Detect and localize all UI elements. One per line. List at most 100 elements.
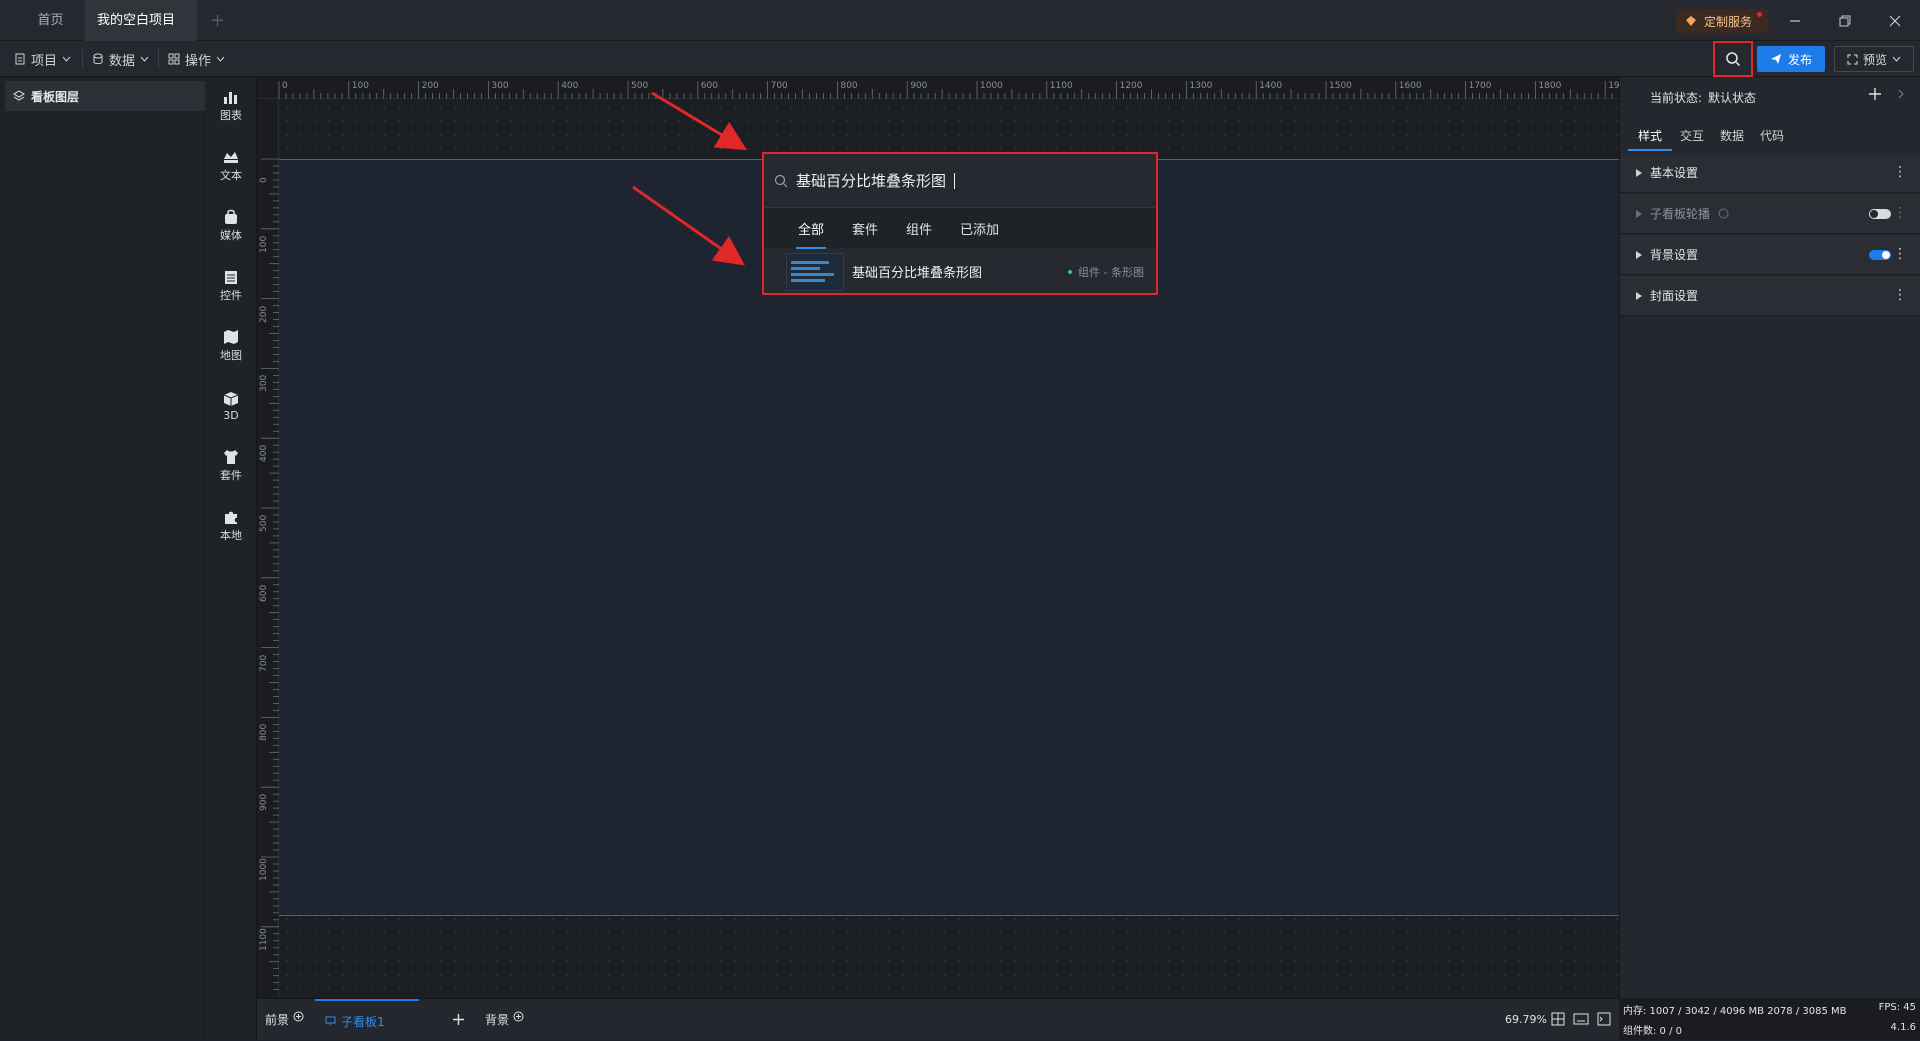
component-category-bar: 图表 文本 媒体 控件 地图 3D 套件 本地 [205,77,257,1040]
search-tab-component[interactable]: 组件 [906,219,932,238]
tab-project[interactable]: 我的空白项目 [85,0,197,66]
keyboard-button[interactable] [1573,1013,1589,1025]
background-tab[interactable]: 背景 [485,1011,524,1028]
background-toggle[interactable] [1869,250,1891,260]
tab-home[interactable]: 首页 [18,0,83,41]
ruler-left: 0 100 200 300 400 500 600 700 800 900 1000 1100 [257,99,279,998]
section-basic[interactable]: 基本设置 ⋮ [1620,153,1920,193]
plus-icon [452,1013,465,1026]
title-bar: 首页 我的空白项目 + 定制服务 [0,0,1920,66]
text-cursor [954,172,956,189]
foreground-label: 前景 [265,1013,290,1027]
tab-style[interactable]: 样式 [1628,121,1673,151]
search-tab-kit[interactable]: 套件 [852,219,878,238]
category-3d[interactable]: 3D [205,381,257,431]
search-tab-added[interactable]: 已添加 [960,219,999,238]
ruler-top-label: 0 [282,81,288,91]
file-icon [14,53,26,65]
cube-icon [222,391,240,407]
heart-hand-icon [1684,14,1698,28]
more-icon[interactable]: ⋮ [1893,247,1907,261]
layer-panel-header[interactable]: 看板图层 [5,81,205,111]
category-chart[interactable]: 图表 [205,81,257,131]
ruler-top: 0 100 200 300 400 500 600 700 800 900 1000 1100 1200… [257,77,1619,99]
custom-service-label: 定制服务 [1704,14,1753,29]
category-media[interactable]: 媒体 [205,201,257,251]
category-control[interactable]: 控件 [205,261,257,311]
category-label: 图表 [220,109,242,122]
toolbar: 项目 数据 操作 发布 预览 [0,41,1920,77]
add-circle-icon[interactable] [513,1011,524,1028]
search-tab-all[interactable]: 全部 [795,219,827,249]
section-label: 背景设置 [1650,248,1699,262]
search-button[interactable] [1713,41,1753,77]
ruler-left-label: 1100 [259,927,269,951]
menu-project[interactable]: 项目 [14,41,71,77]
sub-board-tab[interactable]: 子看板1 [315,999,419,1041]
category-map[interactable]: 地图 [205,321,257,371]
divider [158,49,159,69]
publish-button[interactable]: 发布 [1757,46,1825,72]
ruler-top-label: 1200 [1119,81,1143,91]
menu-data[interactable]: 数据 [92,41,149,77]
divider [82,49,83,69]
background-label: 背景 [485,1013,510,1027]
fit-screen-button[interactable] [1551,1012,1565,1026]
menu-operate[interactable]: 操作 [168,41,225,77]
section-carousel[interactable]: 子看板轮播 ⋮ [1620,194,1920,234]
add-circle-icon[interactable] [293,1011,304,1028]
more-icon[interactable]: ⋮ [1893,165,1907,179]
result-tag: 组件 - 条形图 [1078,265,1144,279]
restore-button[interactable] [1821,0,1869,41]
shirt-icon [222,449,240,465]
section-background[interactable]: 背景设置 ⋮ [1620,235,1920,275]
notification-dot [1757,12,1762,17]
ruler-left-label: 800 [259,724,269,742]
tab-home-label: 首页 [37,13,64,28]
search-tabs: 全部 套件 组件 已添加 [764,208,1156,249]
carousel-toggle[interactable] [1869,209,1891,219]
help-icon [1718,208,1729,219]
ruler-top-label: 1300 [1189,81,1213,91]
section-cover[interactable]: 封面设置 ⋮ [1620,276,1920,316]
menu-data-label: 数据 [109,53,136,69]
terminal-button[interactable] [1597,1012,1611,1026]
tab-data[interactable]: 数据 [1712,121,1752,151]
panel-expand-button[interactable] [1897,88,1905,100]
search-input[interactable]: 基础百分比堆叠条形图 [764,154,1156,208]
category-text[interactable]: 文本 [205,141,257,191]
add-board-button[interactable] [452,1013,465,1026]
result-status-dot [1068,269,1073,274]
caret-right-icon [1636,168,1642,177]
minimize-button[interactable] [1771,0,1819,41]
search-result-item[interactable]: 基础百分比堆叠条形图 组件 - 条形图 [764,248,1156,295]
add-state-button[interactable] [1868,87,1882,101]
ruler-top-label: 1100 [1049,81,1073,91]
preview-button[interactable]: 预览 [1834,46,1914,72]
tab-code[interactable]: 代码 [1752,121,1792,151]
sub-board-label: 子看板1 [341,1014,385,1029]
close-window-button[interactable] [1871,0,1919,41]
board-bottom-guide [279,915,1619,916]
ruler-top-label: 1600 [1398,81,1422,91]
chevron-down-icon [216,56,225,62]
zoom-level[interactable]: 69.79% [1505,1013,1547,1026]
layer-panel: 看板图层 [0,77,205,1040]
result-name: 基础百分比堆叠条形图 [852,266,983,281]
foreground-tab[interactable]: 前景 [265,1011,304,1028]
custom-service-button[interactable]: 定制服务 [1676,9,1768,33]
tab-interaction[interactable]: 交互 [1672,121,1712,151]
new-tab-button[interactable]: + [210,0,225,41]
ruler-top-label: 600 [700,81,718,91]
close-icon [1889,15,1901,27]
more-icon[interactable]: ⋮ [1893,206,1907,220]
chevron-down-icon [140,56,149,62]
category-local[interactable]: 本地 [205,501,257,551]
more-icon[interactable]: ⋮ [1893,288,1907,302]
fps-counter: FPS: 45 [1878,1002,1916,1013]
ruler-top-label: 800 [840,81,858,91]
publish-label: 发布 [1787,52,1812,67]
category-kit[interactable]: 套件 [205,441,257,491]
menu-project-label: 项目 [31,53,58,69]
search-icon [774,174,788,188]
